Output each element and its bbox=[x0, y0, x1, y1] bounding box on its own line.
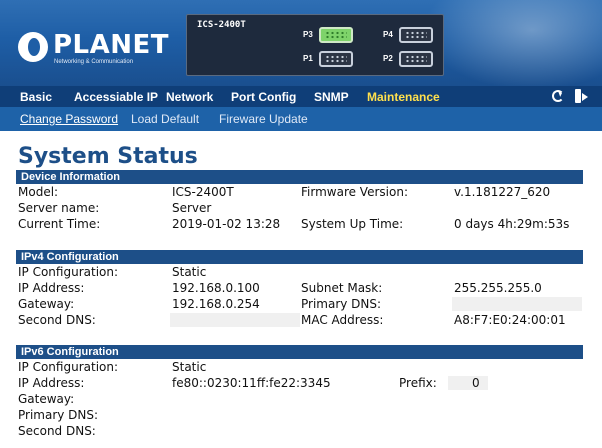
server-name-label: Server name: bbox=[18, 201, 100, 215]
prefix-value: 0 bbox=[472, 376, 480, 390]
table-row: Model: ICS-2400T Firmware Version: v.1.1… bbox=[16, 184, 583, 200]
device-information-section: Device Information Model: ICS-2400T Firm… bbox=[16, 170, 583, 232]
table-row: IP Address: 192.168.0.100 Subnet Mask: 2… bbox=[16, 280, 583, 296]
firmware-value: v.1.181227_620 bbox=[454, 185, 551, 199]
table-row: IP Configuration: Static bbox=[16, 264, 583, 280]
ipv4-configuration-section: IPv4 Configuration IP Configuration: Sta… bbox=[16, 250, 583, 328]
logout-icon[interactable] bbox=[574, 89, 588, 103]
current-time-label: Current Time: bbox=[18, 217, 101, 231]
ipv4-ip-label: IP Address: bbox=[18, 281, 85, 295]
nav-item-network[interactable]: Network bbox=[166, 90, 213, 104]
section-header: Device Information bbox=[16, 170, 583, 184]
rj45-port-icon bbox=[319, 27, 353, 43]
nav-item-maintenance[interactable]: Maintenance bbox=[367, 90, 440, 104]
model-label: Model: bbox=[18, 185, 59, 199]
port-label: P1 bbox=[303, 54, 313, 63]
ipv4-primary-dns-label: Primary DNS: bbox=[301, 297, 382, 311]
table-row: Current Time: 2019-01-02 13:28 System Up… bbox=[16, 216, 583, 232]
model-value: ICS-2400T bbox=[172, 185, 234, 199]
table-row: IP Address: fe80::0230:11ff:fe22:3345 Pr… bbox=[16, 375, 583, 391]
ipv6-gateway-label: Gateway: bbox=[18, 392, 75, 406]
rj45-port-icon bbox=[399, 27, 433, 43]
device-name: ICS-2400T bbox=[197, 20, 246, 30]
ipv6-ip-config-label: IP Configuration: bbox=[18, 360, 119, 374]
ipv6-second-dns-label: Second DNS: bbox=[18, 424, 96, 438]
rj45-port-icon bbox=[319, 51, 353, 67]
refresh-icon[interactable] bbox=[552, 90, 564, 102]
port-label: P3 bbox=[303, 30, 313, 39]
ipv4-primary-dns-value bbox=[452, 297, 582, 311]
ipv6-ip-value: fe80::0230:11ff:fe22:3345 bbox=[172, 376, 331, 390]
table-row: Gateway: bbox=[16, 391, 583, 407]
ipv4-ip-config-value: Static bbox=[172, 265, 207, 279]
planet-logo-icon bbox=[18, 32, 48, 62]
ipv6-configuration-section: IPv6 Configuration IP Configuration: Sta… bbox=[16, 345, 583, 439]
section-header: IPv4 Configuration bbox=[16, 250, 583, 264]
nav-icons bbox=[552, 89, 588, 103]
nav-item-snmp[interactable]: SNMP bbox=[314, 90, 349, 104]
main-nav: Basic Accessiable IP Network Port Config… bbox=[0, 86, 602, 107]
port-label: P2 bbox=[383, 54, 393, 63]
nav-item-port-config[interactable]: Port Config bbox=[231, 90, 296, 104]
port-label: P4 bbox=[383, 30, 393, 39]
ipv6-primary-dns-label: Primary DNS: bbox=[18, 408, 99, 422]
ipv4-gateway-label: Gateway: bbox=[18, 297, 75, 311]
header-banner: PLANET Networking & Communication ICS-24… bbox=[0, 0, 602, 86]
table-row: IP Configuration: Static bbox=[16, 359, 583, 375]
subnav-item-fireware-update[interactable]: Fireware Update bbox=[219, 112, 308, 126]
section-header: IPv6 Configuration bbox=[16, 345, 583, 359]
ipv6-ip-config-value: Static bbox=[172, 360, 207, 374]
mac-label: MAC Address: bbox=[301, 313, 384, 327]
prefix-label: Prefix: bbox=[399, 376, 437, 390]
subnet-value: 255.255.255.0 bbox=[454, 281, 542, 295]
brand-subtitle: Networking & Communication bbox=[54, 59, 134, 65]
ipv4-ip-config-label: IP Configuration: bbox=[18, 265, 119, 279]
table-row: Second DNS: MAC Address: A8:F7:E0:24:00:… bbox=[16, 312, 583, 328]
device-panel: ICS-2400T P3 P4 P1 P2 bbox=[186, 14, 444, 76]
server-name-value: Server bbox=[172, 201, 212, 215]
firmware-label: Firmware Version: bbox=[301, 185, 408, 199]
ipv4-ip-value: 192.168.0.100 bbox=[172, 281, 260, 295]
uptime-value: 0 days 4h:29m:53s bbox=[454, 217, 570, 231]
nav-item-accessiable-ip[interactable]: Accessiable IP bbox=[74, 90, 158, 104]
page-title: System Status bbox=[18, 144, 198, 169]
prefix-box bbox=[448, 376, 488, 390]
ipv6-ip-label: IP Address: bbox=[18, 376, 85, 390]
ipv4-gateway-value: 192.168.0.254 bbox=[172, 297, 260, 311]
current-time-value: 2019-01-02 13:28 bbox=[172, 217, 281, 231]
banner-glow bbox=[422, 0, 602, 86]
sub-nav: Change Password Load Default Fireware Up… bbox=[0, 107, 602, 131]
table-row: Second DNS: bbox=[16, 423, 583, 439]
subnav-item-change-password[interactable]: Change Password bbox=[20, 112, 118, 126]
table-row: Server name: Server bbox=[16, 200, 583, 216]
rj45-port-icon bbox=[399, 51, 433, 67]
brand-name: PLANET bbox=[53, 30, 170, 60]
ipv4-second-dns-label: Second DNS: bbox=[18, 313, 96, 327]
uptime-label: System Up Time: bbox=[301, 217, 404, 231]
planet-logo: PLANET Networking & Communication bbox=[18, 30, 169, 70]
nav-item-basic[interactable]: Basic bbox=[20, 90, 52, 104]
mac-value: A8:F7:E0:24:00:01 bbox=[454, 313, 566, 327]
subnav-item-load-default[interactable]: Load Default bbox=[131, 112, 199, 126]
table-row: Primary DNS: bbox=[16, 407, 583, 423]
table-row: Gateway: 192.168.0.254 Primary DNS: bbox=[16, 296, 583, 312]
ipv4-second-dns-value bbox=[170, 313, 300, 327]
subnet-label: Subnet Mask: bbox=[301, 281, 383, 295]
